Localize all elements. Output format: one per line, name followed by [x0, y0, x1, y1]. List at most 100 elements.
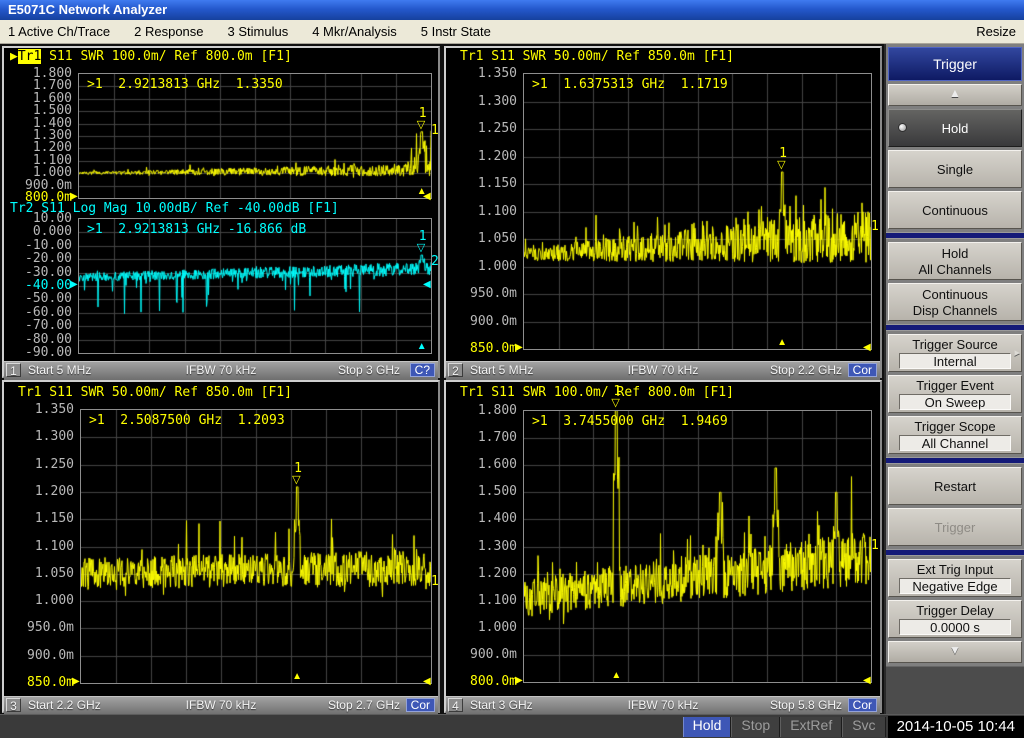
- softkey-scroll-up-button[interactable]: ▲: [888, 84, 1022, 106]
- submenu-arrow-icon: ▸: [1014, 346, 1020, 359]
- softkey-hold-all-channels[interactable]: HoldAll Channels: [888, 242, 1022, 280]
- channel-status-strip: 3Start 2.2 GHzIFBW 70 kHzStop 2.7 GHzCor: [4, 696, 438, 715]
- y-axis-label: 1.100: [453, 593, 517, 608]
- trace-header-tr1[interactable]: Tr1 S11 SWR 50.00m/ Ref 850.0m [F1]: [460, 49, 734, 64]
- trace-end-number: 1: [871, 219, 879, 234]
- ref-level-left-icon: ▶: [72, 677, 80, 687]
- trace-grid: >1 2.5087500 GHz 1.2093: [80, 409, 432, 684]
- trace-grid: >1 2.9213813 GHz 1.3350: [78, 73, 432, 199]
- softkey-hold[interactable]: Hold: [888, 109, 1022, 147]
- marker-number: 1: [613, 384, 621, 399]
- trace-name: Tr1: [18, 49, 41, 64]
- y-axis-label: 1.800: [453, 403, 517, 418]
- resize-button[interactable]: Resize: [976, 20, 1016, 43]
- channel-window-2: Tr1 S11 SWR 50.00m/ Ref 850.0m [F1] >1 1.…: [444, 46, 882, 378]
- sweep-start-label: Start 2.2 GHz: [28, 698, 101, 712]
- channel-number: 1: [6, 363, 21, 377]
- marker-triangle-icon: ▽: [417, 243, 425, 254]
- softkey-label: Restart: [934, 479, 976, 494]
- menu-item-5[interactable]: 5 Instr State: [421, 24, 491, 39]
- ifbw-label: IFBW 70 kHz: [186, 363, 257, 377]
- softkey-restart[interactable]: Restart: [888, 467, 1022, 505]
- channel-number: 3: [6, 698, 21, 712]
- marker-readout: >1 2.5087500 GHz 1.2093: [89, 413, 285, 428]
- marker-readout: >1 3.7455000 GHz 1.9469: [532, 414, 728, 429]
- softkey-label: Trigger Delay: [916, 603, 994, 618]
- marker-number: 1: [419, 106, 427, 121]
- marker-number: 1: [419, 229, 427, 244]
- trace-end-number: 2: [431, 254, 439, 269]
- y-axis-label: 1.500: [453, 484, 517, 499]
- y-axis-label: 1.600: [453, 457, 517, 472]
- y-axis-label: 900.0m: [453, 647, 517, 662]
- marker-triangle-icon: ▽: [292, 475, 300, 486]
- trace-header-text: S11 SWR 50.00m/ Ref 850.0m [F1]: [41, 385, 291, 400]
- softkey-scroll-down-button[interactable]: ▼: [888, 641, 1022, 663]
- y-axis-label: 1.000: [453, 259, 517, 274]
- menu-item-4[interactable]: 4 Mkr/Analysis: [312, 24, 397, 39]
- channel-area: ▶Tr1 S11 SWR 100.0m/ Ref 800.0m [F1]>1 2…: [0, 44, 884, 714]
- menu-item-3[interactable]: 3 Stimulus: [228, 24, 289, 39]
- softkey-trigger[interactable]: Trigger: [888, 508, 1022, 546]
- stimulus-marker-icon: ▲: [417, 187, 427, 197]
- ref-level-right-icon: ◀: [863, 676, 871, 686]
- y-axis-label: 1.300: [453, 539, 517, 554]
- y-axis-label: 800.0m: [453, 674, 517, 689]
- trace-header-tr1[interactable]: Tr1 S11 SWR 100.0m/ Ref 800.0m [F1]: [460, 385, 734, 400]
- y-axis-label: 850.0m: [10, 675, 74, 690]
- softkey-trigger-source[interactable]: Trigger SourceInternal▸: [888, 334, 1022, 372]
- sidebar-empty-panel: [886, 666, 1024, 714]
- y-axis-label: 1.400: [453, 511, 517, 526]
- softkey-trigger-scope[interactable]: Trigger ScopeAll Channel: [888, 416, 1022, 454]
- trace-header-tr1[interactable]: ▶Tr1 S11 SWR 100.0m/ Ref 800.0m [F1]: [10, 49, 292, 64]
- softkey-label: Hold: [942, 121, 969, 136]
- trace-name: Tr1: [460, 49, 483, 64]
- softkey-menu-title: Trigger: [888, 47, 1022, 81]
- softkey-trigger-delay[interactable]: Trigger Delay0.0000 s: [888, 600, 1022, 638]
- y-axis-label: 950.0m: [10, 620, 74, 635]
- softkey-continuous[interactable]: Continuous: [888, 191, 1022, 229]
- y-axis-label: 1.700: [453, 430, 517, 445]
- ref-level-left-icon: ▶: [515, 343, 523, 353]
- y-axis-label: 1.250: [10, 457, 74, 472]
- softkey-ext-trig-input[interactable]: Ext Trig InputNegative Edge: [888, 559, 1022, 597]
- trace-grid: >1 2.9213813 GHz -16.866 dB: [78, 218, 432, 354]
- y-axis-label: 1.350: [10, 402, 74, 417]
- ref-level-left-icon: ▶: [70, 280, 78, 290]
- active-trace-arrow-icon: ▶: [10, 49, 18, 64]
- channel-status-strip: 1Start 5 MHzIFBW 70 kHzStop 3 GHzC?: [4, 361, 438, 380]
- menu-item-1[interactable]: 1 Active Ch/Trace: [8, 24, 110, 39]
- marker-number: 1: [779, 146, 787, 161]
- trace-end-number: 1: [431, 574, 439, 589]
- softkey-sidebar: Trigger ▲ Hold Single Continuous HoldAll Chan…: [884, 44, 1024, 714]
- trace-header-text: S11 SWR 100.0m/ Ref 800.0m [F1]: [41, 49, 291, 64]
- softkey-trigger-event[interactable]: Trigger EventOn Sweep: [888, 375, 1022, 413]
- ref-level-right-icon: ◀: [423, 677, 431, 687]
- softkey-continuous-disp-channels[interactable]: ContinuousDisp Channels: [888, 283, 1022, 321]
- y-axis-label: 1.250: [453, 121, 517, 136]
- softkey-separator: [886, 324, 1024, 331]
- y-axis-label: 1.200: [453, 149, 517, 164]
- calibration-badge: Cor: [406, 698, 435, 712]
- softkey-label: Continuous: [922, 203, 988, 218]
- y-axis-label: 1.100: [453, 204, 517, 219]
- trace-plot-canvas: [524, 411, 871, 682]
- marker-triangle-icon: ▽: [417, 120, 425, 131]
- channel-window-4: Tr1 S11 SWR 100.0m/ Ref 800.0m [F1] >1 3.…: [444, 380, 882, 713]
- status-bar: HoldStopExtRefSvc2014-10-05 10:44: [0, 714, 1024, 738]
- stimulus-marker-icon: ▲: [611, 671, 621, 681]
- trace-end-number: 1: [431, 123, 439, 138]
- menu-item-2[interactable]: 2 Response: [134, 24, 203, 39]
- instrument-screen: E5071C Network Analyzer 1 Active Ch/Trac…: [0, 0, 1024, 738]
- softkey-value: On Sweep: [899, 394, 1011, 410]
- trace-plot-canvas: [81, 410, 431, 683]
- y-axis-label: 1.300: [10, 429, 74, 444]
- softkey-single[interactable]: Single: [888, 150, 1022, 188]
- trace-grid: >1 1.6375313 GHz 1.1719: [523, 73, 872, 350]
- trace-header-tr1[interactable]: Tr1 S11 SWR 50.00m/ Ref 850.0m [F1]: [18, 385, 292, 400]
- sweep-start-label: Start 3 GHz: [470, 698, 533, 712]
- ref-level-right-icon: ◀: [863, 343, 871, 353]
- softkey-label: Continuous: [922, 287, 988, 302]
- marker-number: 1: [294, 461, 302, 476]
- stimulus-marker-icon: ▲: [292, 672, 302, 682]
